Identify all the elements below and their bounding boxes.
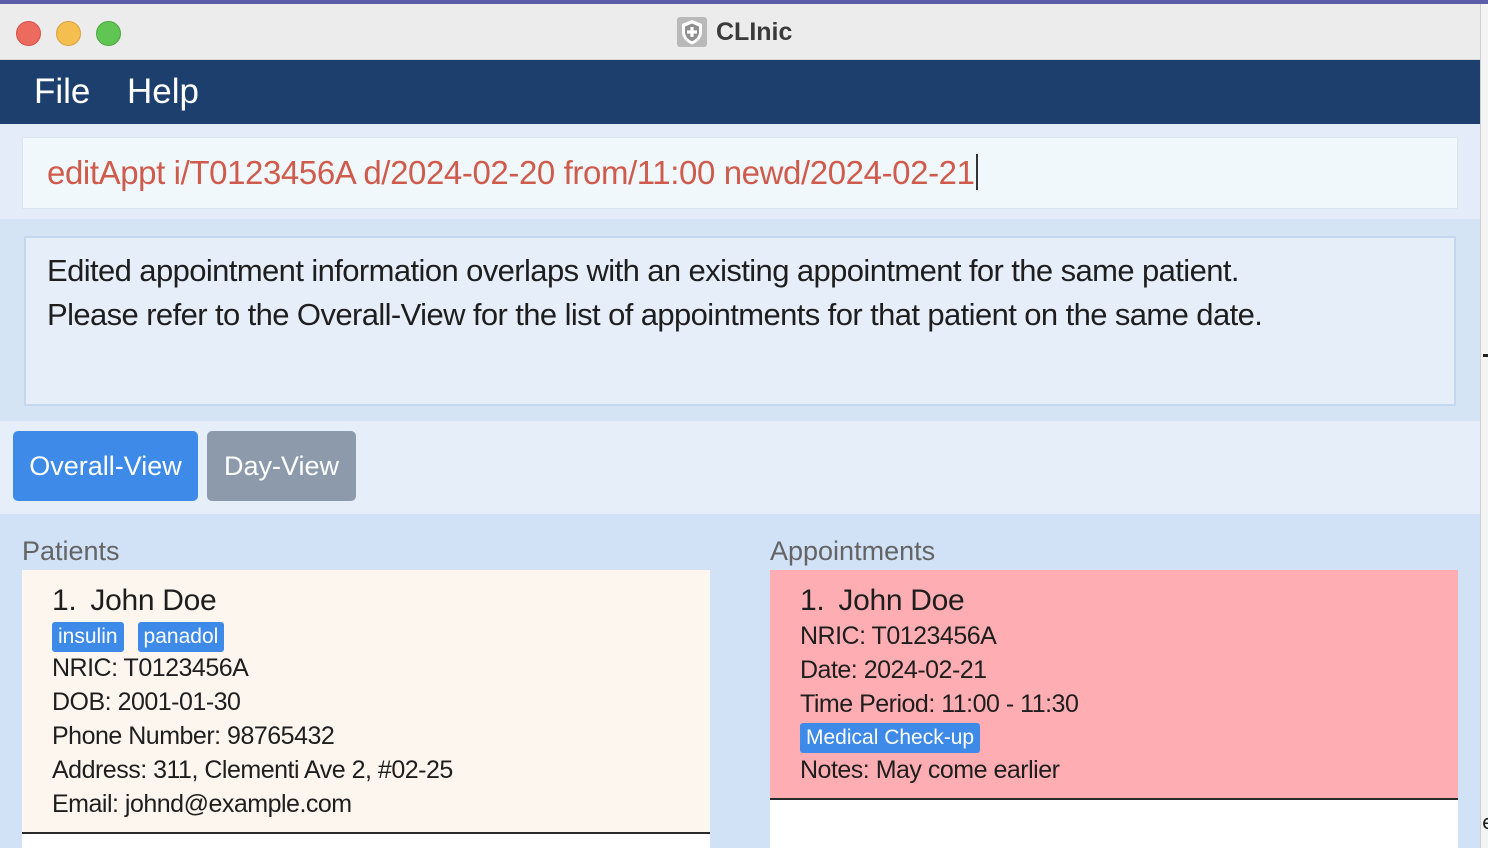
title-bar: CLInic	[0, 4, 1480, 60]
command-value: editAppt i/T0123456A d/2024-02-20 from/1…	[47, 154, 975, 191]
appointment-name-text: John Doe	[838, 584, 965, 617]
menu-file[interactable]: File	[34, 72, 90, 112]
background-window-mark	[1483, 354, 1488, 357]
patient-phone: Phone Number: 98765432	[52, 722, 335, 750]
patient-dob: DOB: 2001-01-30	[52, 688, 241, 716]
command-input[interactable]: editAppt i/T0123456A d/2024-02-20 from/1…	[22, 137, 1458, 209]
menu-bar: File Help	[0, 60, 1480, 124]
result-display-pane: Edited appointment information overlaps …	[0, 219, 1480, 421]
lists-area: Patients Appointments 1. John Doe insulin…	[0, 514, 1480, 848]
shield-plus-icon	[677, 17, 707, 47]
patient-nric: NRIC: T0123456A	[52, 654, 249, 682]
window-title-group: CLInic	[676, 16, 792, 48]
appointment-patient-name: 1. John Doe	[800, 584, 965, 618]
result-message-line: Please refer to the Overall-View for the…	[47, 297, 1263, 332]
patient-tag: panadol	[137, 622, 225, 652]
close-window-button[interactable]	[16, 21, 41, 46]
patient-address: Address: 311, Clementi Ave 2, #02-25	[52, 756, 453, 784]
appointment-card[interactable]: 1. John Doe NRIC: T0123456A Date: 2024-02…	[770, 570, 1458, 800]
appointment-notes: Notes: May come earlier	[800, 756, 1060, 784]
appointment-tag: Medical Check-up	[800, 723, 981, 753]
menu-help[interactable]: Help	[127, 72, 199, 112]
view-tab-bar: Overall-View Day-View	[0, 421, 1480, 513]
tab-day-view[interactable]: Day-View	[207, 431, 356, 501]
maximize-window-button[interactable]	[96, 21, 121, 46]
appointment-nric: NRIC: T0123456A	[800, 622, 997, 650]
patient-index: 1.	[52, 584, 77, 617]
result-display: Edited appointment information overlaps …	[24, 236, 1456, 406]
background-window-edge: e	[1480, 4, 1488, 848]
minimize-window-button[interactable]	[56, 21, 81, 46]
appointments-panel-title: Appointments	[770, 536, 936, 566]
patient-name-text: John Doe	[90, 584, 217, 617]
patient-tag: insulin	[52, 622, 124, 652]
patient-tags: insulin panadol	[52, 622, 225, 652]
text-caret	[975, 154, 978, 190]
command-input-text[interactable]: editAppt i/T0123456A d/2024-02-20 from/1…	[47, 154, 978, 192]
patient-list[interactable]: 1. John Doe insulin panadol NRIC: T012345…	[22, 570, 710, 848]
window-title: CLInic	[716, 17, 793, 46]
tab-overall-view[interactable]: Overall-View	[13, 431, 198, 501]
patients-panel-title: Patients	[22, 536, 120, 566]
patient-card[interactable]: 1. John Doe insulin panadol NRIC: T012345…	[22, 570, 710, 834]
patient-name: 1. John Doe	[52, 584, 217, 618]
app-window: CLInic File Help editAppt i/T0123456A d/…	[0, 4, 1480, 848]
appointment-date: Date: 2024-02-21	[800, 656, 987, 684]
patient-email: Email: johnd@example.com	[52, 790, 352, 818]
appointment-list[interactable]: 1. John Doe NRIC: T0123456A Date: 2024-02…	[770, 570, 1458, 848]
result-message-line: Edited appointment information overlaps …	[47, 253, 1239, 288]
main-content: editAppt i/T0123456A d/2024-02-20 from/1…	[0, 124, 1480, 848]
background-window-glyph: e	[1482, 810, 1488, 834]
appointment-time-period: Time Period: 11:00 - 11:30	[800, 690, 1079, 718]
appointment-index: 1.	[800, 584, 825, 617]
